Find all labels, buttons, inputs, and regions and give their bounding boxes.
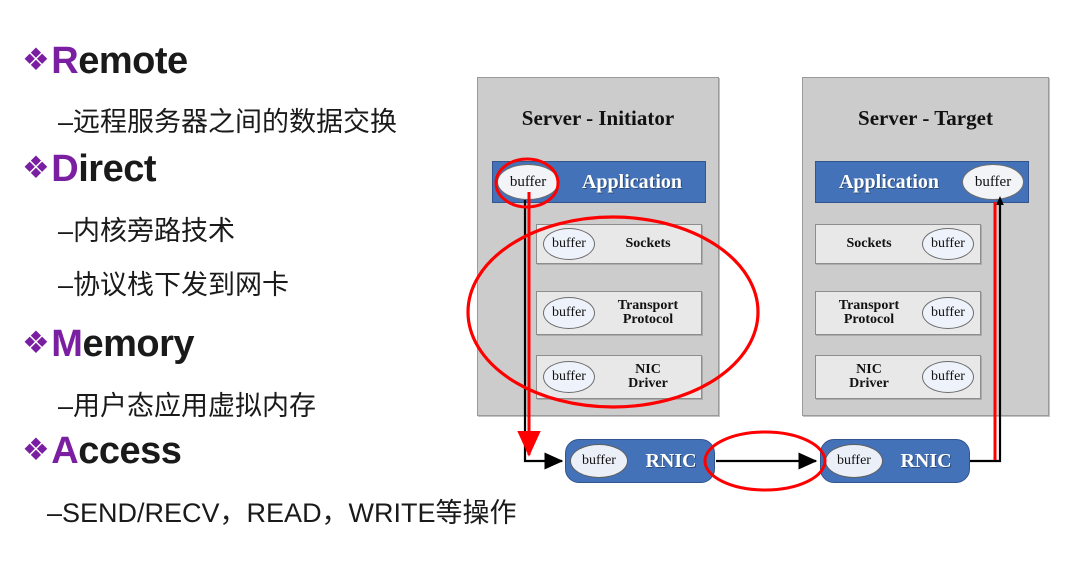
- initiator-rnic-buffer[interactable]: buffer: [570, 444, 628, 478]
- target-rnic-buffer[interactable]: buffer: [825, 444, 883, 478]
- bullet-direct-capital: D: [51, 148, 79, 190]
- initiator-transport-label: Transport Protocol: [617, 297, 679, 327]
- target-layer-sockets[interactable]: Sockets buffer: [815, 224, 981, 264]
- highlight-network-link-ellipse: [703, 430, 827, 492]
- bullet-marker-icon: ❖: [22, 42, 50, 77]
- target-layer-application[interactable]: Application buffer: [815, 161, 1029, 203]
- bullet-access: ❖Access: [22, 430, 182, 473]
- initiator-rnic[interactable]: buffer RNIC: [565, 439, 715, 483]
- bullet-remote-rest: emote: [78, 40, 188, 82]
- initiator-application-label: Application: [581, 170, 683, 193]
- sub-direct-2: –协议栈下发到网卡: [58, 270, 290, 300]
- initiator-transport-buffer[interactable]: buffer: [543, 297, 595, 329]
- bullet-remote: ❖Remote: [22, 40, 188, 83]
- target-sockets-buffer[interactable]: buffer: [922, 228, 974, 260]
- initiator-layer-application[interactable]: buffer Application: [492, 161, 706, 203]
- initiator-layer-sockets[interactable]: buffer Sockets: [536, 224, 702, 264]
- target-application-buffer[interactable]: buffer: [962, 164, 1024, 200]
- bullet-marker-icon: ❖: [22, 325, 50, 360]
- initiator-sockets-buffer[interactable]: buffer: [543, 228, 595, 260]
- initiator-nic-driver-label: NIC Driver: [628, 361, 668, 391]
- target-nic-driver-buffer[interactable]: buffer: [922, 361, 974, 393]
- target-layer-transport-protocol[interactable]: Transport Protocol buffer: [815, 291, 981, 335]
- target-layer-nic-driver[interactable]: NIC Driver buffer: [815, 355, 981, 399]
- target-rnic-label: RNIC: [900, 449, 952, 472]
- bullet-marker-icon: ❖: [22, 150, 50, 185]
- bullet-memory-rest: emory: [82, 323, 195, 365]
- target-transport-buffer[interactable]: buffer: [922, 297, 974, 329]
- initiator-layer-transport-protocol[interactable]: buffer Transport Protocol: [536, 291, 702, 335]
- initiator-layer-nic-driver[interactable]: buffer NIC Driver: [536, 355, 702, 399]
- target-application-label: Application: [838, 170, 940, 193]
- target-sockets-label: Sockets: [846, 235, 892, 251]
- sub-direct-1: –内核旁路技术: [58, 216, 236, 246]
- initiator-rnic-label: RNIC: [645, 449, 697, 472]
- bullet-access-rest: ccess: [78, 430, 182, 472]
- bullet-direct-rest: irect: [78, 148, 157, 190]
- bullet-remote-capital: R: [51, 40, 79, 82]
- bullet-memory: ❖Memory: [22, 323, 195, 366]
- bullet-marker-icon: ❖: [22, 432, 50, 467]
- initiator-sockets-label: Sockets: [625, 235, 671, 251]
- sub-remote-1: –远程服务器之间的数据交换: [58, 107, 398, 137]
- bullet-memory-capital: M: [51, 323, 83, 365]
- initiator-application-buffer[interactable]: buffer: [497, 164, 559, 200]
- bullet-direct: ❖Direct: [22, 148, 157, 191]
- target-transport-label: Transport Protocol: [838, 297, 900, 327]
- sub-access-1: –SEND/RECV，READ，WRITE等操作: [47, 498, 517, 528]
- server-initiator-title: Server - Initiator: [521, 106, 675, 130]
- target-nic-driver-label: NIC Driver: [849, 361, 889, 391]
- slide-text-column: ❖Remote –远程服务器之间的数据交换 ❖Direct –内核旁路技术 –协…: [0, 0, 517, 577]
- initiator-nic-driver-buffer[interactable]: buffer: [543, 361, 595, 393]
- target-rnic[interactable]: buffer RNIC: [820, 439, 970, 483]
- sub-memory-1: –用户态应用虚拟内存: [58, 391, 317, 421]
- bullet-access-capital: A: [51, 430, 79, 472]
- server-target-title: Server - Target: [858, 106, 993, 130]
